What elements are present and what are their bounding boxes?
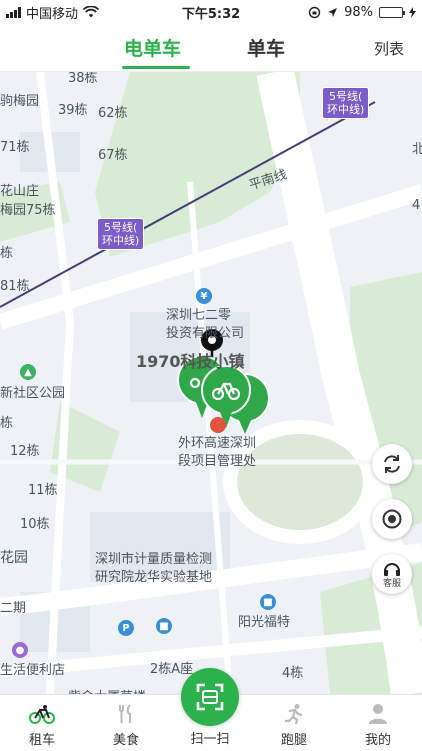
map-label: 12栋 [10, 444, 40, 459]
map-label: 驹梅园 [0, 94, 40, 109]
metro-badge-2: 5号线( 环中线) [97, 218, 145, 250]
nav-food-label: 美食 [112, 733, 139, 748]
nav-food[interactable]: 美食 [84, 695, 168, 751]
status-bar: 中国移动 下午5:32 98% [0, 0, 422, 24]
map-label: 81栋 [0, 279, 30, 294]
map-label: 38栋 [68, 72, 98, 86]
map-label: 栋 [0, 416, 14, 431]
map-view[interactable]: 5号线( 环中线) 5号线( 环中线) 38栋 驹梅园 39栋 62栋 71栋 … [0, 72, 422, 694]
bus-poi-icon: ■ [156, 618, 172, 634]
map-label: 外环高速深圳 [178, 436, 257, 451]
nav-mine-label: 我的 [364, 733, 391, 748]
car-poi-icon: ■ [260, 594, 276, 610]
nav-rent[interactable]: 租车 [0, 695, 84, 751]
scan-icon [196, 683, 224, 711]
parking-poi-icon: P [118, 620, 134, 636]
map-label: 深圳市计量质量检测 [95, 552, 213, 567]
status-time: 下午5:32 [181, 6, 241, 22]
map-label: 深圳七二零 [166, 308, 232, 323]
map-label: 花山庄 [0, 184, 40, 199]
map-label: 二期 [0, 601, 27, 616]
map-label: 段项目管理处 [178, 454, 257, 469]
locate-button[interactable] [372, 499, 412, 539]
refresh-icon [384, 455, 400, 473]
map-label: 花园 [0, 550, 28, 566]
active-tab-indicator [122, 66, 190, 69]
map-label: 11栋 [28, 483, 58, 498]
map-label: 栋 [0, 246, 14, 261]
utensils-icon [119, 704, 131, 723]
map-label: 39栋 [58, 103, 88, 118]
tab-ebike[interactable]: 电单车 [124, 34, 181, 61]
map-label: 生活便利店 [0, 663, 66, 678]
map-label: 投资有限公司 [166, 326, 245, 341]
nav-mine[interactable]: 我的 [336, 695, 420, 751]
metro-badge-1: 5号线( 环中线) [322, 87, 370, 119]
metro-badge-1-label: 5号线( 环中线) [327, 90, 365, 116]
map-label: 67栋 [98, 148, 128, 163]
map-label: 4 [412, 198, 421, 213]
scan-button[interactable] [181, 668, 239, 726]
map-label: 研究院龙华实验基地 [95, 570, 213, 585]
battery-icon [379, 6, 405, 18]
map-label: 新社区公园 [0, 386, 66, 401]
list-button[interactable]: 列表 [374, 38, 404, 59]
map-label: 梅园75栋 [0, 203, 56, 218]
map-label: 紫金大厦草楼 [68, 686, 146, 694]
locate-icon [382, 509, 402, 529]
nav-errand-label: 跑腿 [280, 733, 307, 748]
nav-rent-label: 租车 [28, 733, 55, 748]
map-label-town: 1970科技小镇 [136, 352, 245, 371]
map-label: 2栋A座 [150, 662, 194, 677]
metro-badge-2-label: 5号线( 环中线) [102, 221, 140, 247]
map-label: 71栋 [0, 140, 30, 155]
tab-bike[interactable]: 单车 [247, 34, 285, 61]
map-label: 62栋 [98, 106, 128, 121]
map-label: 10栋 [20, 517, 50, 532]
user-icon [369, 704, 387, 724]
bank-poi-icon: ¥ [196, 288, 212, 304]
refresh-button[interactable] [372, 444, 412, 484]
customer-service-button[interactable]: 客服 [372, 554, 412, 594]
nav-errand[interactable]: 跑腿 [252, 695, 336, 751]
customer-service-label: 客服 [382, 578, 401, 589]
nav-scan-label: 扫一扫 [190, 732, 230, 747]
map-label: 阳光福特 [238, 615, 291, 630]
shop-poi-icon: ● [12, 642, 28, 658]
bike-icon [29, 705, 55, 724]
runner-icon [285, 704, 303, 725]
top-tab-bar: 电单车 单车 列表 [0, 24, 422, 72]
map-label: 4栋 [282, 666, 304, 681]
map-label: 北 [412, 142, 422, 157]
park-poi-icon: ▲ [20, 364, 36, 380]
